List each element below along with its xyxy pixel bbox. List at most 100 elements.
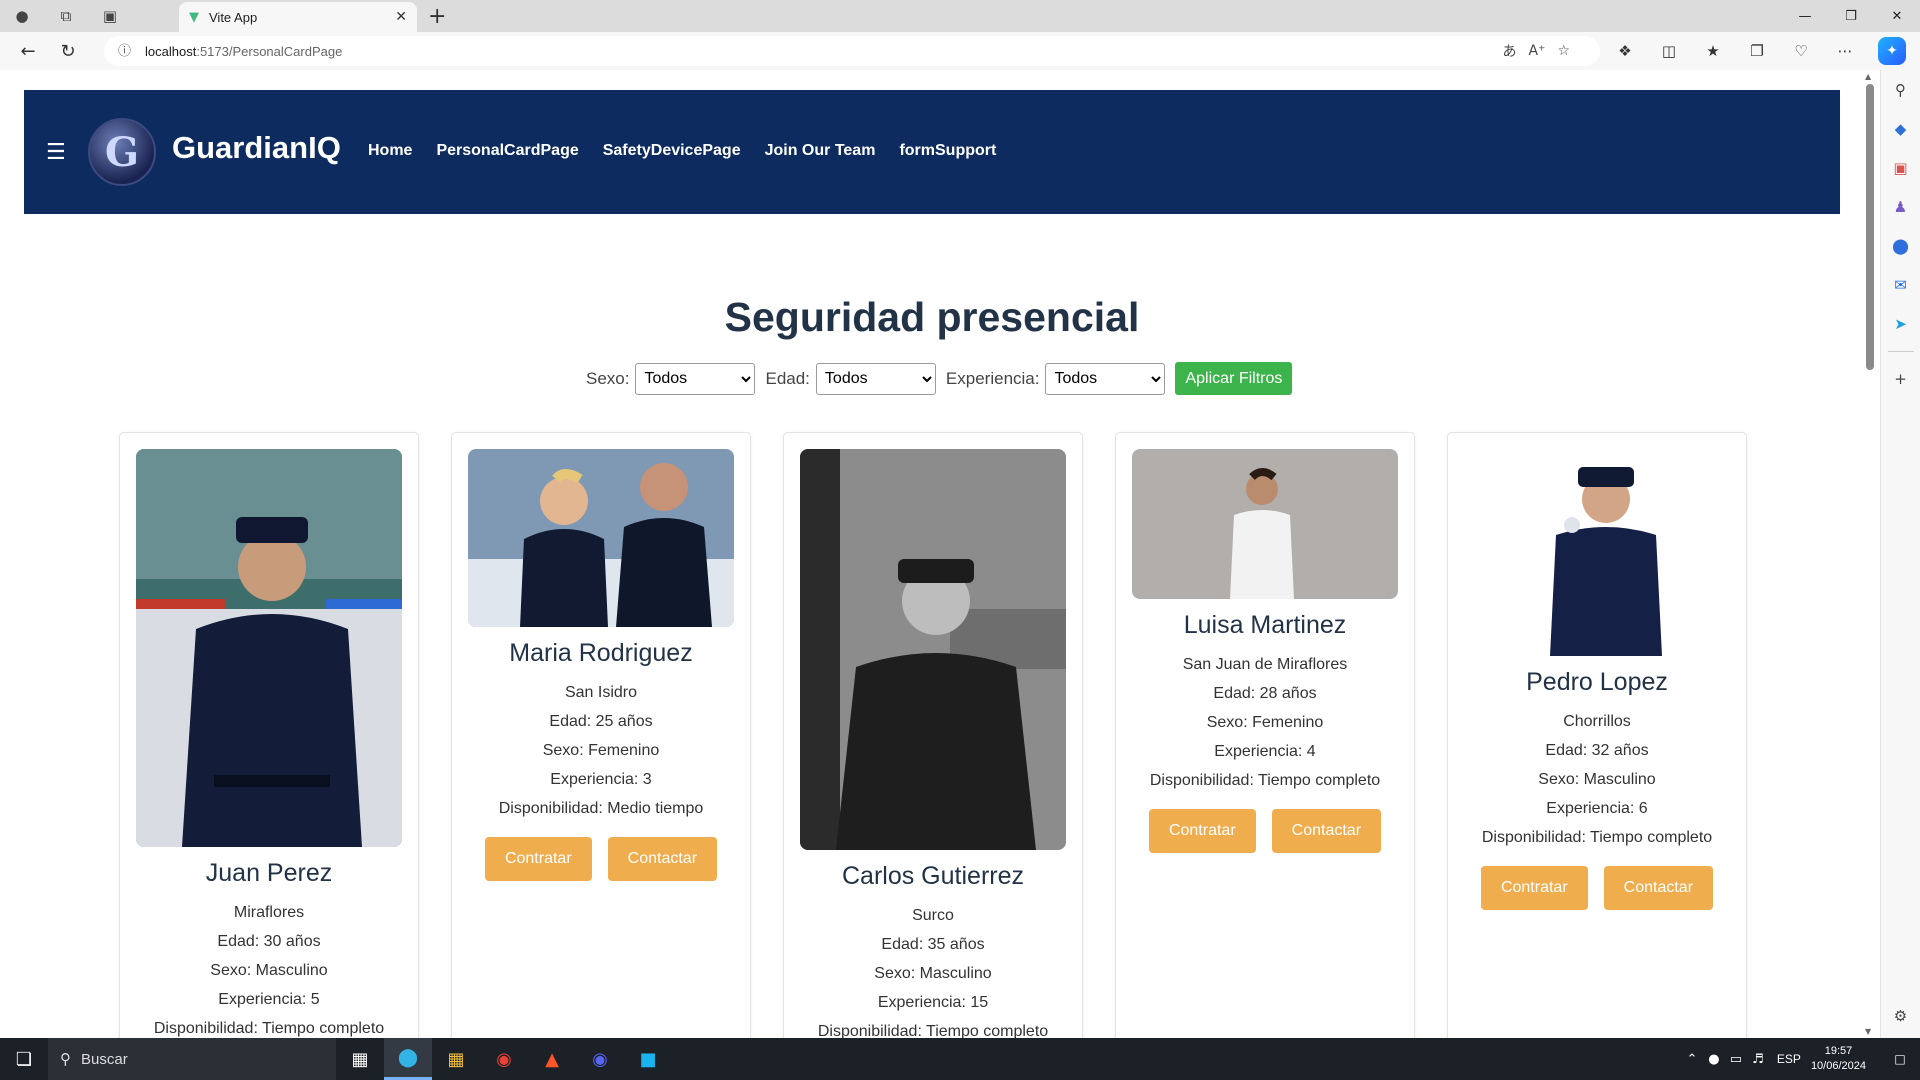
page-title: Seguridad presencial (724, 294, 1140, 340)
contratar-button[interactable]: Contratar (1148, 809, 1256, 853)
close-window-icon[interactable]: ✕ (1874, 0, 1920, 32)
favorites-icon[interactable]: ★ (1698, 36, 1728, 66)
experiencia-label: Experiencia: (945, 368, 1040, 388)
tools-icon[interactable]: ▣ (1889, 156, 1913, 180)
nav-link-safety-device[interactable]: SafetyDevicePage (603, 142, 741, 160)
guard-photo (800, 449, 1066, 850)
officer-cutout-photo-image (1464, 449, 1730, 656)
guard-photo (1464, 449, 1730, 656)
more-icon[interactable]: ⋯ (1830, 36, 1860, 66)
games-icon[interactable]: ♟ (1889, 195, 1913, 219)
browser-tab[interactable]: ▼ Vite App ✕ (179, 2, 417, 32)
webstorm-icon[interactable]: ■ (624, 1038, 672, 1080)
copilot-icon[interactable]: ✦ (1878, 37, 1906, 65)
sidebar-settings-icon[interactable]: ⚙ (1889, 1004, 1913, 1028)
taskbar-clock[interactable]: 19:57 10/06/2024 (1811, 1044, 1866, 1074)
guard-photo (1132, 449, 1398, 599)
microphone-icon[interactable]: ● (1703, 1052, 1725, 1067)
tab-title: Vite App (209, 9, 258, 25)
contactar-button[interactable]: Contactar (607, 837, 718, 881)
info-icon[interactable]: ⓘ (118, 37, 131, 66)
guard-availability: Disponibilidad: Tiempo completo (1149, 772, 1381, 789)
contratar-button[interactable]: Contratar (1480, 866, 1588, 910)
back-icon[interactable]: ← (8, 33, 48, 69)
guard-sex: Sexo: Femenino (542, 742, 660, 759)
reload-icon[interactable]: ↻ (48, 33, 88, 69)
guard-sex: Sexo: Masculino (210, 962, 328, 979)
workspaces-icon[interactable]: ⧉ (44, 0, 88, 32)
notifications-icon[interactable]: □ (1880, 1052, 1920, 1066)
nav-link-join-team[interactable]: Join Our Team (765, 142, 876, 160)
split-icon[interactable]: ◫ (1654, 36, 1684, 66)
edge-icon[interactable]: ⬤ (384, 1038, 432, 1080)
guardian-logo-icon[interactable]: G (88, 118, 156, 186)
nav-link-personal-card[interactable]: PersonalCardPage (436, 142, 578, 160)
extensions-icon[interactable]: ❖ (1610, 36, 1640, 66)
edge-sidebar: ⚲ ◆ ▣ ♟ ⬤ ✉ ➤ + ⚙ (1880, 70, 1920, 1038)
system-tray: ⌃ ● ▭ ♬ ESP 19:57 10/06/2024 □ (1681, 1038, 1920, 1080)
hamburger-icon[interactable]: ☰ (46, 140, 66, 165)
guard-info: Chorrillos Edad: 32 años Sexo: Masculino… (1448, 707, 1746, 852)
brave-icon[interactable]: ▲ (528, 1038, 576, 1080)
guard-experience: Experiencia: 3 (550, 771, 652, 788)
guard-name: Luisa Martinez (1183, 611, 1347, 639)
collections-icon[interactable]: ❐ (1742, 36, 1772, 66)
network-icon[interactable]: ▭ (1725, 1052, 1747, 1067)
page-scrollbar[interactable]: ▲ ▼ (1864, 70, 1876, 1038)
discord-icon[interactable]: ◉ (576, 1038, 624, 1080)
minimize-icon[interactable]: — (1782, 0, 1828, 32)
address-bar-actions: あ A⁺ ☆ (1502, 36, 1570, 66)
window-controls: — ❐ ✕ (1782, 0, 1920, 32)
language-indicator[interactable]: ESP (1777, 1052, 1801, 1066)
send-icon[interactable]: ➤ (1889, 312, 1913, 336)
scroll-down-icon[interactable]: ▼ (1865, 1027, 1871, 1036)
address-bar[interactable]: ⓘ localhost:5173/PersonalCardPage あ A⁺ ☆ (104, 36, 1600, 66)
taskbar-search[interactable]: ⚲ Buscar (48, 1038, 336, 1080)
restore-icon[interactable]: ❐ (1828, 0, 1874, 32)
translate-icon[interactable]: あ (1502, 41, 1516, 61)
scroll-thumb[interactable] (1866, 84, 1874, 370)
file-explorer-icon[interactable]: ▦ (432, 1038, 480, 1080)
nav-link-form-support[interactable]: formSupport (899, 142, 996, 160)
contactar-button[interactable]: Contactar (1271, 809, 1382, 853)
read-aloud-icon[interactable]: A⁺ (1528, 43, 1545, 59)
tab-close-icon[interactable]: ✕ (395, 9, 407, 25)
brand-name[interactable]: GuardianIQ (172, 130, 341, 166)
sexo-select[interactable]: Todos (635, 362, 756, 395)
windows-start-icon[interactable]: ❏ (0, 1038, 48, 1080)
guard-experience: Experiencia: 5 (218, 991, 320, 1008)
volume-icon[interactable]: ♬ (1747, 1052, 1769, 1067)
tray-overflow-icon[interactable]: ⌃ (1681, 1052, 1703, 1067)
guard-district: Miraflores (233, 904, 305, 921)
outlook-icon[interactable]: ✉ (1889, 273, 1913, 297)
guard-district: San Isidro (564, 684, 638, 701)
guard-actions: Contratar Contactar (1448, 866, 1746, 910)
nav-link-home[interactable]: Home (368, 142, 412, 160)
browser-essentials-icon[interactable]: ♡ (1786, 36, 1816, 66)
taskbar-apps: ▦ ⬤ ▦ ◉ ▲ ◉ ■ (336, 1038, 672, 1080)
task-view-icon[interactable]: ▦ (336, 1038, 384, 1080)
add-sidebar-icon[interactable]: + (1889, 367, 1913, 391)
edad-select[interactable]: Todos (815, 362, 936, 395)
profile-icon[interactable]: ● (0, 0, 44, 32)
scroll-up-icon[interactable]: ▲ (1865, 72, 1871, 81)
contactar-button[interactable]: Contactar (1603, 866, 1714, 910)
shopping-icon[interactable]: ◆ (1889, 117, 1913, 141)
chrome-icon[interactable]: ◉ (480, 1038, 528, 1080)
apply-filters-button[interactable]: Aplicar Filtros (1175, 362, 1293, 395)
search-sidebar-icon[interactable]: ⚲ (1889, 78, 1913, 102)
tab-actions-icon[interactable]: ▣ (88, 0, 132, 32)
guard-info: Surco Edad: 35 años Sexo: Masculino Expe… (784, 901, 1082, 1038)
experiencia-select[interactable]: Todos (1045, 362, 1166, 395)
new-tab-icon[interactable]: + (428, 4, 446, 29)
guard-availability: Disponibilidad: Medio tiempo (498, 800, 704, 817)
security-woman-photo-image (1132, 449, 1398, 599)
favorite-icon[interactable]: ☆ (1557, 43, 1570, 59)
guard-age: Edad: 32 años (1545, 742, 1649, 759)
windows-taskbar: ❏ ⚲ Buscar ▦ ⬤ ▦ ◉ ▲ ◉ ■ ⌃ ● ▭ ♬ ESP 19:… (0, 1038, 1920, 1080)
vite-favicon-icon: ▼ (189, 9, 199, 25)
contratar-button[interactable]: Contratar (484, 837, 592, 881)
search-icon: ⚲ (60, 1050, 71, 1068)
microsoft365-icon[interactable]: ⬤ (1889, 234, 1913, 258)
guard-card: Luisa Martinez San Juan de Miraflores Ed… (1115, 432, 1415, 1038)
